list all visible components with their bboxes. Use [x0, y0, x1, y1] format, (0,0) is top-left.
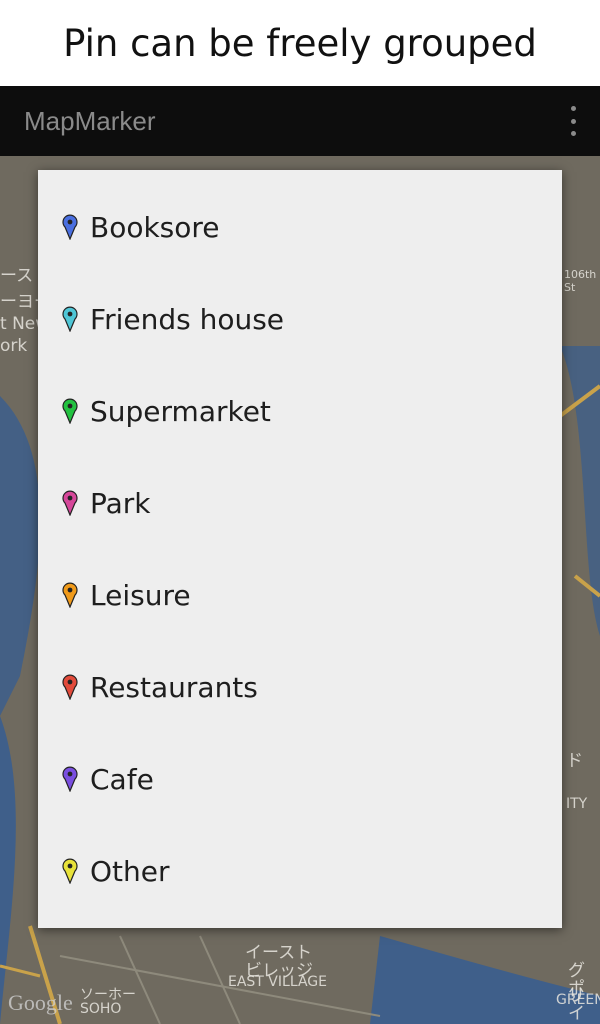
group-label: Cafe [90, 762, 154, 796]
map-pin-icon [62, 306, 78, 333]
more-vert-icon[interactable] [568, 106, 578, 136]
group-label: Other [90, 854, 170, 888]
map-pin-icon [62, 766, 78, 793]
map-label: ork [0, 336, 28, 356]
map-label: SOHO [80, 1001, 122, 1017]
group-label: Friends house [90, 302, 285, 336]
group-item-bookstore[interactable]: Booksore [38, 182, 562, 274]
app-bar: MapMarker [0, 86, 600, 156]
group-label: Supermarket [90, 394, 271, 428]
map-pin-icon [62, 674, 78, 701]
map-pin-icon [62, 398, 78, 425]
group-item-restaurants[interactable]: Restaurants [38, 642, 562, 734]
group-item-cafe[interactable]: Cafe [38, 734, 562, 826]
pin-group-dialog: Booksore Friends house Supermarket Park Leis… [38, 170, 562, 928]
google-attribution: Google [8, 990, 73, 1015]
map-label: ド [566, 751, 583, 771]
map-label: GREEN [556, 992, 600, 1008]
map-pin-icon [62, 490, 78, 517]
group-item-friends-house[interactable]: Friends house [38, 274, 562, 366]
group-label: Restaurants [90, 670, 258, 704]
screenshot-caption: Pin can be freely grouped [0, 0, 600, 86]
group-item-park[interactable]: Park [38, 458, 562, 550]
map-label: EAST VILLAGE [228, 974, 327, 990]
map-label: 106th St [564, 268, 597, 294]
map-pin-icon [62, 858, 78, 885]
app-title: MapMarker [24, 105, 156, 136]
group-item-other[interactable]: Other [38, 826, 562, 918]
group-item-leisure[interactable]: Leisure [38, 550, 562, 642]
map-pin-icon [62, 582, 78, 609]
group-label: Park [90, 486, 151, 520]
map-label: ITY [566, 796, 588, 812]
group-item-supermarket[interactable]: Supermarket [38, 366, 562, 458]
map-pin-icon [62, 214, 78, 241]
group-label: Leisure [90, 578, 191, 612]
group-label: Booksore [90, 210, 220, 244]
